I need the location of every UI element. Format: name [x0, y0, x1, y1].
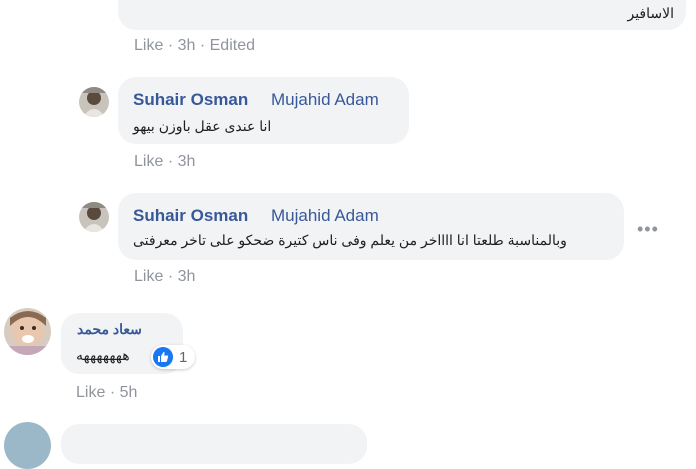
timestamp-4[interactable]: 5h: [120, 384, 138, 401]
mention-2[interactable]: Mujahid Adam: [271, 90, 379, 110]
avatar[interactable]: [4, 308, 51, 355]
comment-meta-4: Like · 5h: [76, 384, 137, 402]
separator: ·: [167, 37, 174, 54]
author-name-4[interactable]: سعاد محمد: [77, 321, 142, 338]
timestamp-3[interactable]: 3h: [178, 268, 196, 285]
comment-bubble-1: [118, 0, 686, 30]
comment-text-3: وبالمناسبة طلعتا انا ااااخر من يعلم وفى …: [133, 232, 567, 248]
separator: ·: [167, 268, 174, 285]
like-link-3[interactable]: Like: [134, 268, 163, 285]
comment-bubble-3: [118, 193, 624, 260]
comment-text-1: الاسافير: [627, 5, 674, 21]
reaction-summary[interactable]: 1: [151, 345, 196, 369]
more-options-icon[interactable]: •••: [637, 219, 659, 240]
like-link-2[interactable]: Like: [134, 153, 163, 170]
edited-label[interactable]: Edited: [210, 37, 255, 54]
comment-meta-1: Like · 3h · Edited: [134, 37, 255, 55]
comment-text-4: هههههههه: [76, 347, 130, 363]
author-name-3[interactable]: Suhair Osman: [133, 206, 248, 226]
comment-meta-2: Like · 3h: [134, 153, 195, 171]
comment-text-2: انا عندى عقل باوزن بيهو: [133, 118, 272, 134]
author-name-2[interactable]: Suhair Osman: [133, 90, 248, 110]
separator: ·: [199, 37, 206, 54]
comment-meta-3: Like · 3h: [134, 268, 195, 286]
separator: ·: [167, 153, 174, 170]
like-link-1[interactable]: Like: [134, 37, 163, 54]
timestamp-2[interactable]: 3h: [178, 153, 196, 170]
like-link-4[interactable]: Like: [76, 384, 105, 401]
thumbs-up-icon: [153, 347, 173, 367]
separator: ·: [109, 384, 116, 401]
reaction-count: 1: [179, 348, 188, 366]
avatar[interactable]: [79, 87, 109, 117]
comment-bubble-5: [61, 424, 367, 464]
mention-3[interactable]: Mujahid Adam: [271, 206, 379, 226]
timestamp-1[interactable]: 3h: [178, 37, 196, 54]
avatar[interactable]: [79, 202, 109, 232]
avatar[interactable]: [4, 422, 51, 469]
